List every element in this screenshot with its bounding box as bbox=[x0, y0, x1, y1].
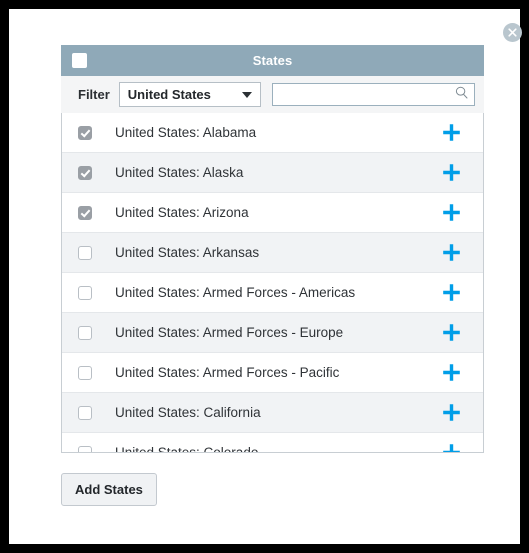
states-panel: States Filter United States United State… bbox=[61, 45, 484, 453]
plus-icon[interactable] bbox=[441, 322, 462, 343]
list-item-label: United States: Arizona bbox=[115, 205, 249, 220]
states-list[interactable]: United States: Alabama United States: Ala… bbox=[61, 113, 484, 453]
list-item-label: United States: California bbox=[115, 405, 261, 420]
panel-footer: Add States bbox=[61, 473, 157, 506]
list-item-label: United States: Armed Forces - Americas bbox=[115, 285, 356, 300]
list-item[interactable]: United States: Arizona bbox=[62, 193, 483, 233]
search-input[interactable] bbox=[273, 84, 474, 105]
list-item-label: United States: Alaska bbox=[115, 165, 244, 180]
list-item[interactable]: United States: Arkansas bbox=[62, 233, 483, 273]
list-item-label: United States: Colorado bbox=[115, 445, 259, 453]
add-states-button[interactable]: Add States bbox=[61, 473, 157, 506]
close-icon[interactable] bbox=[503, 23, 522, 42]
filter-select[interactable]: United States bbox=[118, 82, 262, 107]
plus-icon[interactable] bbox=[441, 202, 462, 223]
plus-icon[interactable] bbox=[441, 242, 462, 263]
plus-icon[interactable] bbox=[441, 362, 462, 383]
row-checkbox[interactable] bbox=[78, 245, 92, 260]
row-checkbox[interactable] bbox=[78, 325, 92, 340]
list-item[interactable]: United States: Alaska bbox=[62, 153, 483, 193]
plus-icon[interactable] bbox=[441, 282, 462, 303]
plus-icon[interactable] bbox=[441, 162, 462, 183]
row-checkbox[interactable] bbox=[78, 165, 92, 180]
row-checkbox[interactable] bbox=[78, 205, 92, 220]
plus-icon[interactable] bbox=[441, 122, 462, 143]
row-checkbox[interactable] bbox=[78, 445, 92, 452]
list-item[interactable]: United States: Armed Forces - Pacific bbox=[62, 353, 483, 393]
dialog-frame: States Filter United States United State… bbox=[9, 9, 522, 544]
list-item[interactable]: United States: Alabama bbox=[62, 113, 483, 153]
list-item[interactable]: United States: Armed Forces - Americas bbox=[62, 273, 483, 313]
list-item[interactable]: United States: California bbox=[62, 393, 483, 433]
close-x-glyph bbox=[508, 28, 517, 37]
list-item[interactable]: United States: Armed Forces - Europe bbox=[62, 313, 483, 353]
row-checkbox[interactable] bbox=[78, 125, 92, 140]
list-item[interactable]: United States: Colorado bbox=[62, 433, 483, 453]
search-field[interactable] bbox=[272, 83, 475, 106]
filter-label: Filter bbox=[78, 87, 110, 102]
list-item-label: United States: Arkansas bbox=[115, 245, 260, 260]
page-title: States bbox=[252, 53, 293, 68]
filter-bar: Filter United States bbox=[61, 76, 484, 113]
list-item-label: United States: Alabama bbox=[115, 125, 257, 140]
row-checkbox[interactable] bbox=[78, 365, 92, 380]
select-all-checkbox[interactable] bbox=[72, 53, 87, 68]
row-checkbox[interactable] bbox=[78, 405, 92, 420]
panel-header: States bbox=[61, 45, 484, 76]
list-item-label: United States: Armed Forces - Europe bbox=[115, 325, 344, 340]
row-checkbox[interactable] bbox=[78, 285, 92, 300]
list-item-label: United States: Armed Forces - Pacific bbox=[115, 365, 340, 380]
plus-icon[interactable] bbox=[441, 442, 462, 452]
filter-select-value: United States bbox=[127, 87, 211, 102]
plus-icon[interactable] bbox=[441, 402, 462, 423]
chevron-down-icon bbox=[242, 91, 253, 98]
